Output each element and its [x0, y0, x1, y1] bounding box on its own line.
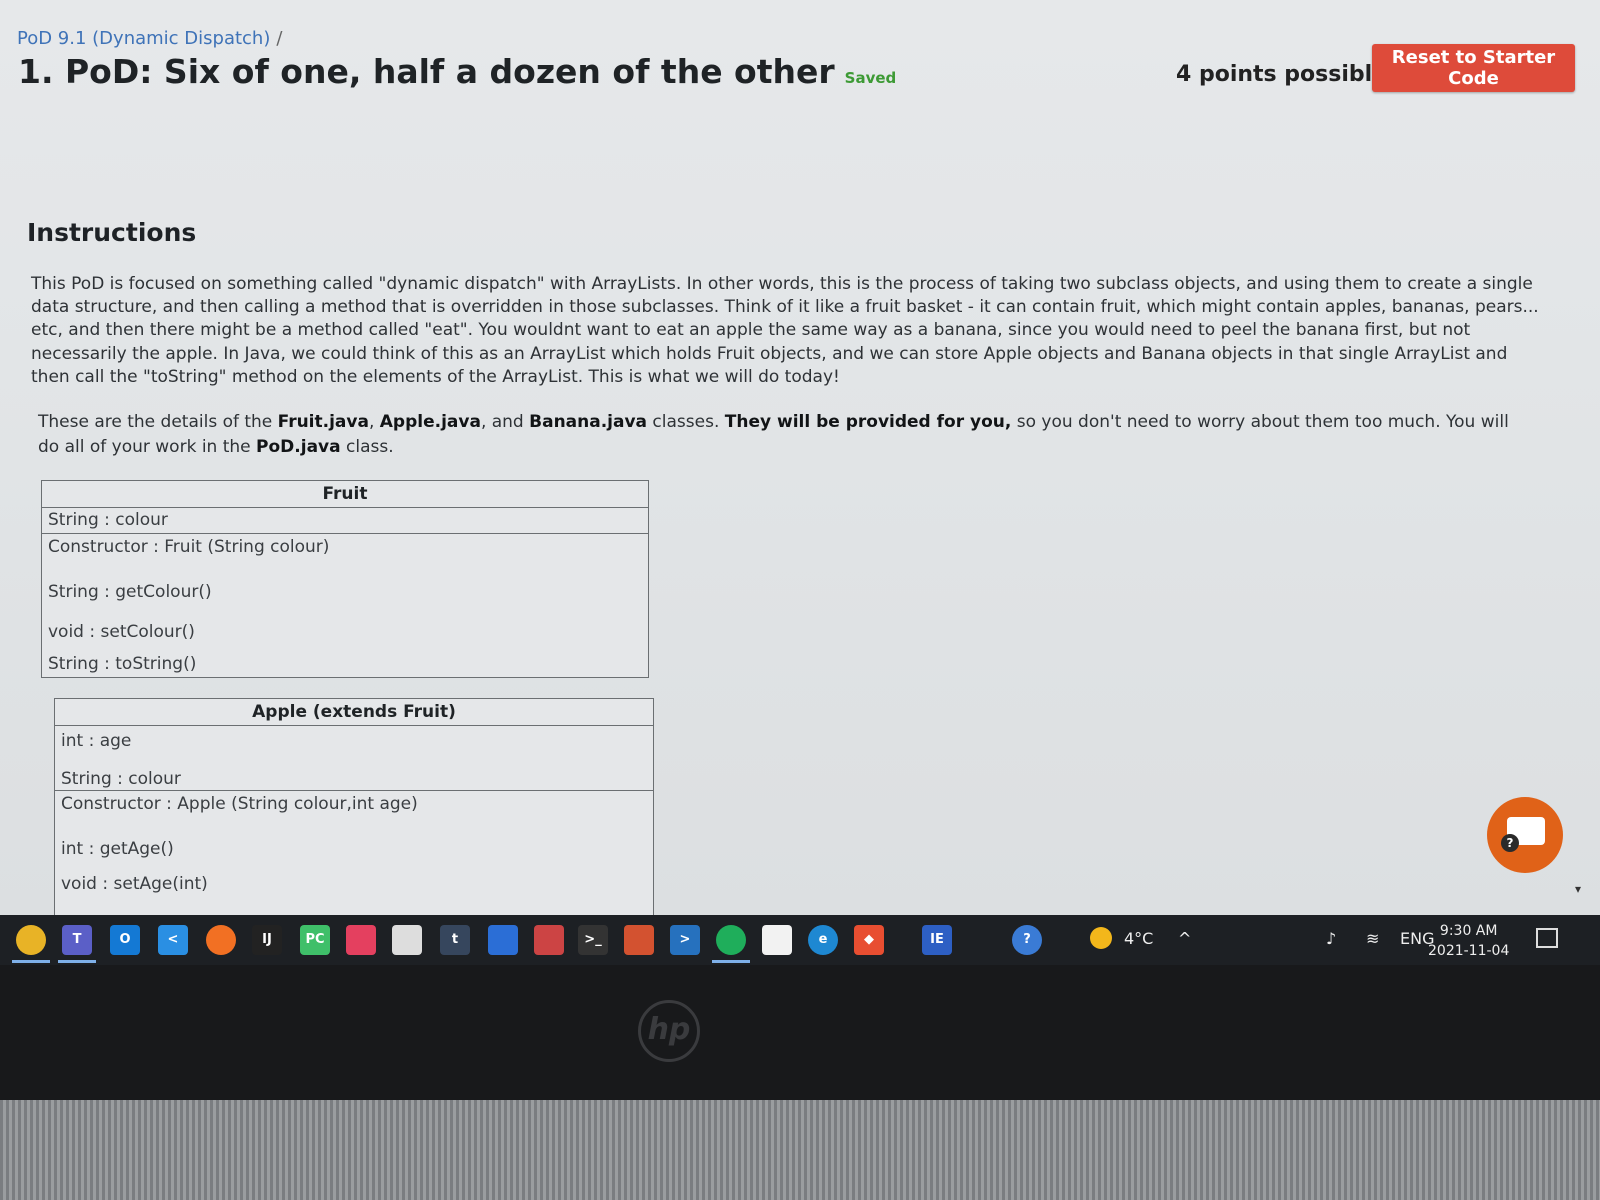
powerpoint-icon[interactable] [624, 925, 654, 955]
fruit-table-header: Fruit [42, 481, 648, 508]
fruit-method-getcolour: String : getColour() [48, 582, 212, 602]
text-span: These are the details of the [38, 412, 278, 432]
hp-logo: hp [638, 1000, 700, 1062]
powershell-icon[interactable]: > [670, 925, 700, 955]
apple-java-label: Apple.java [379, 412, 481, 432]
ie-icon[interactable]: IE [922, 925, 952, 955]
clock[interactable]: 9:30 AM 2021-11-04 [1428, 921, 1509, 961]
keyboard-speaker-grille [0, 1100, 1600, 1200]
tumblr-icon[interactable]: t [440, 925, 470, 955]
browser-viewport: PoD 9.1 (Dynamic Dispatch) / 1. PoD: Six … [0, 0, 1600, 915]
popcorn-icon[interactable] [392, 925, 422, 955]
instructions-heading: Instructions [27, 218, 197, 247]
weather-icon[interactable] [1090, 927, 1112, 949]
edge-icon[interactable]: e [808, 925, 838, 955]
firefox-icon[interactable] [206, 925, 236, 955]
question-icon: ? [1501, 834, 1519, 852]
help-icon[interactable]: ? [1012, 925, 1042, 955]
apple-field-colour: String : colour [55, 764, 653, 791]
weather-temp[interactable]: 4°C [1124, 929, 1153, 948]
chat-help-button[interactable]: ? [1487, 797, 1563, 873]
snip-icon[interactable] [534, 925, 564, 955]
breadcrumb-separator: / [276, 28, 283, 49]
volume-icon[interactable]: ♪ [1326, 929, 1336, 948]
pinwheel-icon[interactable] [716, 925, 746, 955]
pod-java-label: PoD.java [256, 437, 341, 457]
active-app-indicator [58, 960, 96, 963]
provided-note: They will be provided for you, [724, 412, 1012, 432]
banana-java-label: Banana.java [529, 412, 648, 432]
wifi-icon[interactable]: ≋ [1366, 929, 1379, 948]
intellij-icon[interactable]: IJ [252, 925, 282, 955]
fruit-method-setcolour: void : setColour() [48, 622, 195, 642]
fruit-constructor: Constructor : Fruit (String colour) [48, 537, 330, 557]
chrome-icon[interactable] [16, 925, 46, 955]
scroll-down-arrow-icon[interactable]: ▾ [1575, 882, 1581, 896]
points-possible: 4 points possible [1176, 62, 1388, 87]
fruit-java-label: Fruit.java [277, 412, 369, 432]
active-app-indicator [12, 960, 50, 963]
text-span: , [368, 412, 380, 432]
teams-icon[interactable]: T [62, 925, 92, 955]
clock-date: 2021-11-04 [1428, 943, 1510, 959]
apple-method-getage: int : getAge() [61, 839, 174, 859]
outlook-icon[interactable]: O [110, 925, 140, 955]
text-span: class. [340, 437, 394, 457]
apple-table-header: Apple (extends Fruit) [55, 699, 653, 726]
notification-icon[interactable] [1536, 928, 1558, 948]
saved-status: Saved [844, 69, 897, 87]
instructions-paragraph: This PoD is focused on something called … [31, 274, 1539, 387]
laptop-bezel [0, 965, 1600, 1100]
page-title: 1. PoD: Six of one, half a dozen of the … [18, 52, 896, 91]
breadcrumb-link[interactable]: PoD 9.1 (Dynamic Dispatch) [17, 28, 270, 49]
clock-time: 9:30 AM [1439, 923, 1498, 939]
tray-chevron-icon[interactable]: ^ [1178, 929, 1191, 948]
text-span: , and [480, 412, 530, 432]
terminal-icon[interactable]: >_ [578, 925, 608, 955]
breadcrumb: PoD 9.1 (Dynamic Dispatch) / [17, 28, 282, 49]
text-span: classes. [647, 412, 725, 432]
fruit-class-table: Fruit String : colour Constructor : Frui… [41, 480, 649, 678]
vscode-icon[interactable]: < [158, 925, 188, 955]
apple-constructor: Constructor : Apple (String colour,int a… [61, 794, 418, 814]
fruit-field: String : colour [42, 508, 648, 534]
apple-class-table: Apple (extends Fruit) int : age String :… [54, 698, 654, 915]
instructions-details-paragraph: These are the details of the Fruit.java,… [38, 410, 1528, 460]
active-app-indicator [712, 960, 750, 963]
network-icon[interactable] [488, 925, 518, 955]
fruit-method-tostring: String : toString() [48, 654, 197, 674]
reset-starter-code-button[interactable]: Reset to Starter Code [1372, 44, 1575, 92]
page-title-text: 1. PoD: Six of one, half a dozen of the … [18, 52, 835, 91]
pycharm-icon[interactable]: PC [300, 925, 330, 955]
taskbar: T O < IJ PC t >_ > e ◆ IE? 4°C ^ ♪ ≋ ENG 9:30 AM 2… [0, 915, 1600, 965]
git-icon[interactable]: ◆ [854, 925, 884, 955]
apple-field-age: int : age [61, 731, 132, 751]
apple-method-setage: void : setAge(int) [61, 874, 208, 894]
notepad-icon[interactable] [762, 925, 792, 955]
creative-cloud-icon[interactable] [346, 925, 376, 955]
